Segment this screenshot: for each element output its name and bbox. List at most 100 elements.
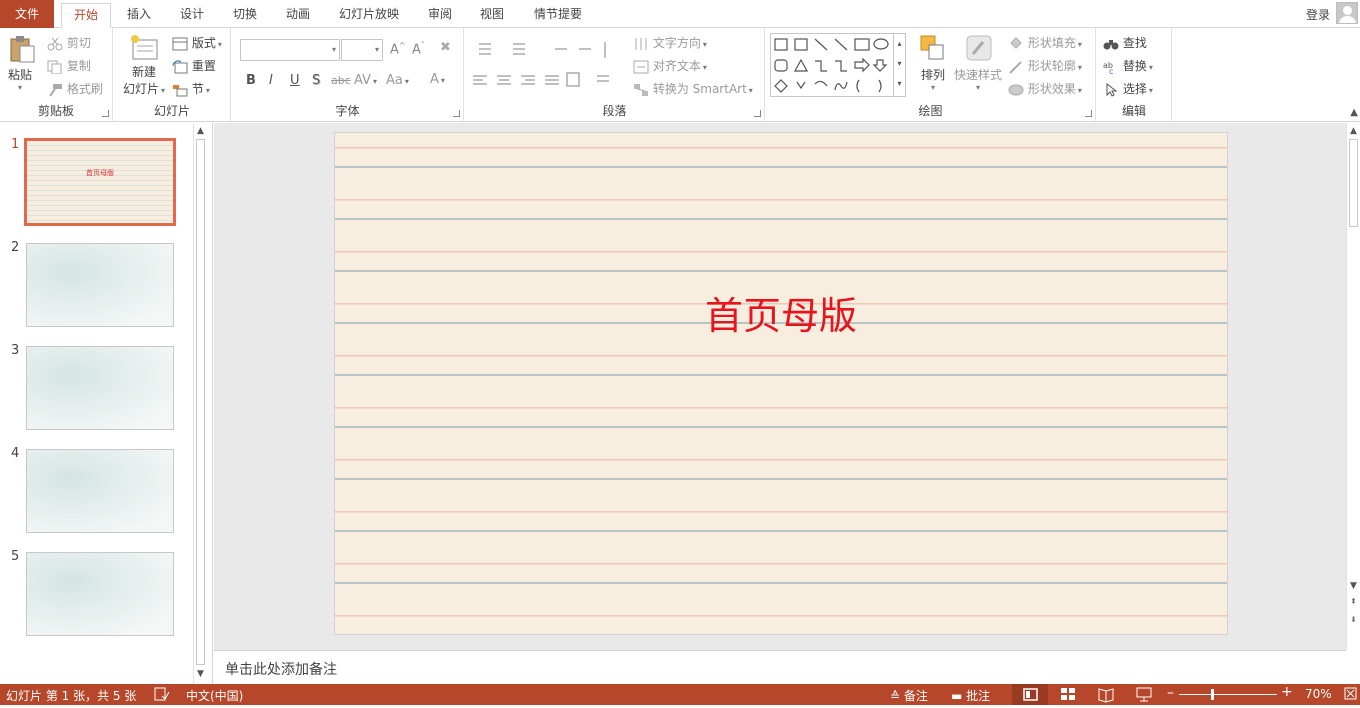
font-name-dropdown-icon[interactable]: ▾ xyxy=(332,45,336,54)
font-name-field[interactable]: ▾ xyxy=(240,39,340,61)
shapes-gallery[interactable]: ▴ ▾ ▾ xyxy=(770,33,906,97)
zoom-slider[interactable] xyxy=(1179,694,1277,695)
shape-fill-button[interactable]: 形状填充 ▾ xyxy=(1008,34,1082,51)
editing-group-label: 编辑 xyxy=(1121,104,1146,118)
change-case-label: Aa xyxy=(386,73,403,88)
scroll-down-arrow-icon[interactable]: ▼ xyxy=(197,669,204,679)
shapes-gallery-scroll[interactable]: ▴ ▾ ▾ xyxy=(893,34,905,96)
new-slide-button[interactable]: 新建 幻灯片 ▾ xyxy=(120,33,168,97)
thumb-title: 首页母版 xyxy=(86,169,114,177)
notes-toggle-button[interactable]: ≙ 备注 xyxy=(890,687,928,704)
align-text-icon xyxy=(633,60,649,73)
zoom-slider-thumb[interactable] xyxy=(1211,689,1214,700)
tab-home[interactable]: 开始 xyxy=(61,3,111,28)
slide-thumbnail-2[interactable] xyxy=(26,243,174,327)
slide-thumbnail-1[interactable]: 首页母版 xyxy=(24,138,176,226)
comments-toggle-button[interactable]: ▬ 批注 xyxy=(951,687,990,704)
tab-file[interactable]: 文件 xyxy=(0,0,54,28)
change-case-button[interactable]: Aa ▾ xyxy=(386,73,409,88)
font-group-label: 字体 xyxy=(335,104,360,118)
thumbnail-scroll-thumb[interactable] xyxy=(196,139,205,665)
section-button[interactable]: 节 ▾ xyxy=(172,80,210,97)
notes-placeholder[interactable]: 单击此处添加备注 xyxy=(225,659,337,679)
italic-button[interactable]: I xyxy=(269,73,273,88)
ribbon: 粘贴 ▾ 剪切 复制 格式刷 剪贴板 新建 幻灯片 ▾ 版式 ▾ 重置 节 ▾ … xyxy=(0,28,1360,122)
tab-design[interactable]: 设计 xyxy=(169,3,215,28)
tab-transitions[interactable]: 切换 xyxy=(222,3,268,28)
shape-outline-button[interactable]: 形状轮廓 ▾ xyxy=(1008,57,1082,74)
zoom-in-icon[interactable]: + xyxy=(1281,684,1293,700)
slide-scrollbar[interactable]: ▲ ▼ ⇞ ⇟ xyxy=(1346,123,1360,650)
font-size-field[interactable]: ▾ xyxy=(341,39,383,61)
arrange-button[interactable]: 排列 ▾ xyxy=(916,34,950,92)
scroll-up-arrow-icon[interactable]: ▲ xyxy=(1350,126,1357,136)
bold-button[interactable]: B xyxy=(246,73,256,88)
drawing-launcher-icon[interactable] xyxy=(1085,110,1092,117)
font-launcher-icon[interactable] xyxy=(453,110,460,117)
tab-review[interactable]: 审阅 xyxy=(417,3,463,28)
zoom-level[interactable]: 70% xyxy=(1305,687,1332,701)
tab-view[interactable]: 视图 xyxy=(469,3,515,28)
tab-animations[interactable]: 动画 xyxy=(275,3,321,28)
collapse-ribbon-icon[interactable]: ▲ xyxy=(1350,107,1358,118)
slide-canvas[interactable]: 首页母版 xyxy=(334,132,1228,635)
shape-effects-label: 形状效果 xyxy=(1027,82,1076,96)
tab-storyboard[interactable]: 情节提要 xyxy=(525,3,591,28)
language-status[interactable]: 中文(中国) xyxy=(186,687,243,704)
slide-title[interactable]: 首页母版 xyxy=(335,285,1227,340)
char-spacing-button[interactable]: AV ▾ xyxy=(354,73,377,88)
slide-sorter-button[interactable] xyxy=(1050,684,1086,705)
tab-slideshow[interactable]: 幻灯片放映 xyxy=(331,3,407,28)
thumbnail-scrollbar[interactable]: ▲ ▼ xyxy=(193,123,208,684)
find-button[interactable]: 查找 xyxy=(1103,34,1147,51)
replace-button[interactable]: ab c 替换 ▾ xyxy=(1103,57,1153,74)
reset-icon xyxy=(172,60,188,73)
font-size-dropdown-icon[interactable]: ▾ xyxy=(375,45,379,54)
cursor-icon xyxy=(1106,82,1118,97)
slide-scroll-thumb[interactable] xyxy=(1349,139,1358,227)
slide-thumbnail-3[interactable] xyxy=(26,346,174,430)
clipboard-launcher-icon[interactable] xyxy=(102,110,109,117)
scroll-up-arrow-icon[interactable]: ▲ xyxy=(197,126,204,136)
zoom-out-icon[interactable]: – xyxy=(1167,685,1174,701)
slide-thumbnail-5[interactable] xyxy=(26,552,174,636)
cut-button[interactable]: 剪切 xyxy=(47,34,91,51)
notes-pane[interactable]: 单击此处添加备注 xyxy=(214,650,1346,684)
select-button[interactable]: 选择 ▾ xyxy=(1103,80,1153,97)
smartart-button[interactable]: 转换为 SmartArt ▾ xyxy=(633,80,753,97)
slideshow-view-button[interactable] xyxy=(1126,684,1162,705)
font-color-button[interactable]: A ▾ xyxy=(430,72,445,87)
group-paragraph: 文字方向 ▾ 对齐文本 ▾ 转换为 SmartArt ▾ 段落 xyxy=(465,28,765,122)
replace-icon: abc xyxy=(1103,61,1113,74)
strikethrough-button[interactable]: abc xyxy=(331,74,351,87)
shrink-font-icon[interactable]: Aˇ xyxy=(412,41,425,57)
fit-to-window-icon[interactable] xyxy=(1344,686,1357,704)
shadow-button[interactable]: S xyxy=(312,73,320,88)
quick-styles-button[interactable]: 快速样式 ▾ xyxy=(952,34,1004,92)
text-direction-button[interactable]: 文字方向 ▾ xyxy=(633,34,707,51)
underline-button[interactable]: U xyxy=(290,73,300,88)
copy-button[interactable]: 复制 xyxy=(47,57,91,74)
layout-button[interactable]: 版式 ▾ xyxy=(172,34,222,51)
paste-button[interactable]: 粘贴 ▾ xyxy=(8,34,40,96)
grow-font-icon[interactable]: A^ xyxy=(390,41,406,57)
avatar-icon[interactable] xyxy=(1336,2,1358,24)
normal-view-button[interactable] xyxy=(1012,684,1048,705)
login-link[interactable]: 登录 xyxy=(1306,6,1330,23)
prev-slide-icon[interactable]: ⇞ xyxy=(1350,597,1357,606)
reset-button[interactable]: 重置 xyxy=(172,57,216,74)
align-text-button[interactable]: 对齐文本 ▾ xyxy=(633,57,707,74)
clear-format-icon[interactable]: ✖ xyxy=(440,40,451,55)
section-icon xyxy=(173,84,188,96)
copy-icon xyxy=(47,60,62,74)
slide-thumbnail-4[interactable] xyxy=(26,449,174,533)
scroll-down-arrow-icon[interactable]: ▼ xyxy=(1350,581,1357,591)
reading-view-button[interactable] xyxy=(1088,684,1124,705)
paragraph-launcher-icon[interactable] xyxy=(754,110,761,117)
tab-insert[interactable]: 插入 xyxy=(116,3,162,28)
spell-check-icon[interactable] xyxy=(154,687,170,704)
shape-effects-button[interactable]: 形状效果 ▾ xyxy=(1008,80,1082,97)
binoculars-icon xyxy=(1103,39,1119,49)
next-slide-icon[interactable]: ⇟ xyxy=(1350,615,1357,624)
format-painter-button[interactable]: 格式刷 xyxy=(47,80,103,97)
